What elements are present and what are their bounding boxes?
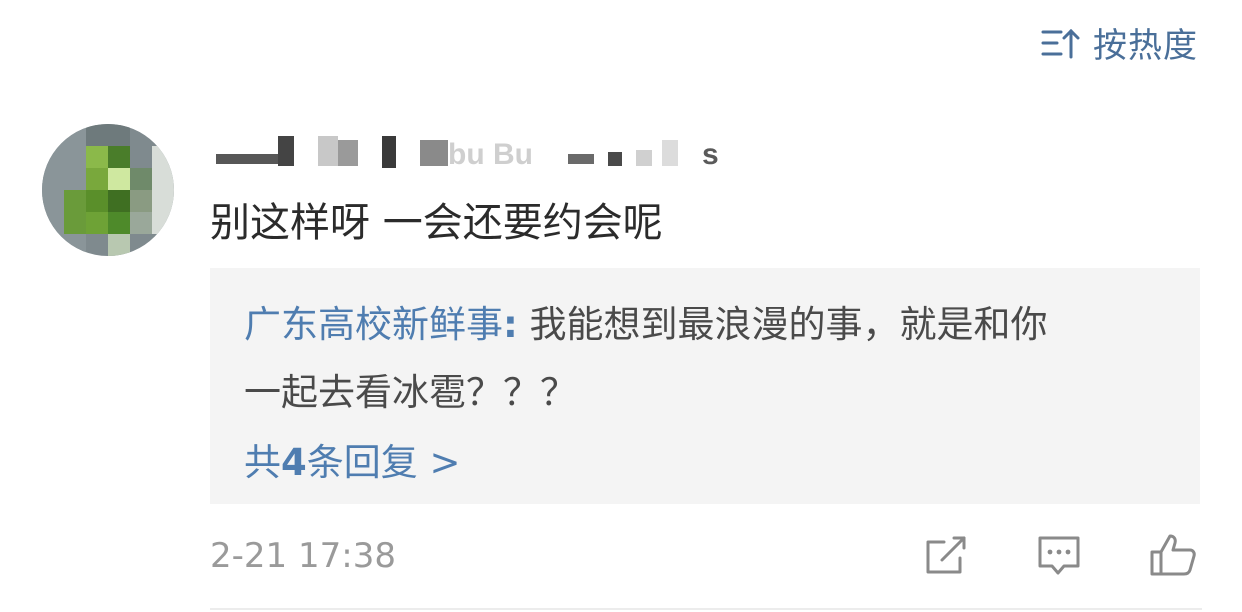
svg-text:bu Bu: bu Bu xyxy=(448,138,533,171)
reply-author-colon: : xyxy=(503,303,518,346)
share-icon xyxy=(926,536,966,574)
sort-icon xyxy=(1041,28,1080,58)
like-button[interactable] xyxy=(1148,530,1198,580)
more-replies-prefix: 共 xyxy=(244,441,281,484)
more-replies-count: 4 xyxy=(281,441,307,484)
thumbs-up-icon xyxy=(1150,534,1196,576)
reply-preview-box[interactable]: 广东高校新鲜事: 我能想到最浪漫的事，就是和你 一起去看冰雹？？？ 共4条回复 … xyxy=(210,268,1200,504)
avatar[interactable] xyxy=(42,124,174,256)
reply-text-part-1: 我能想到最浪漫的事，就是和你 xyxy=(517,303,1048,346)
view-all-replies-link[interactable]: 共4条回复 > xyxy=(244,432,461,486)
bottom-divider xyxy=(210,608,1202,610)
sort-by-hot-button[interactable]: 按热度 xyxy=(1041,18,1198,67)
comment-icon xyxy=(1038,536,1080,575)
more-replies-suffix: 条回复 > xyxy=(306,441,461,484)
svg-text:s: s xyxy=(702,138,719,171)
reply-line-2: 一起去看冰雹？？？ xyxy=(244,371,577,414)
reply-line-1: 广东高校新鲜事: 我能想到最浪漫的事，就是和你 xyxy=(244,294,1048,348)
comment-timestamp: 2-21 17:38 xyxy=(210,536,396,576)
comment-button[interactable] xyxy=(1034,530,1084,580)
comment-text: 别这样呀 一会还要约会呢 xyxy=(210,200,663,246)
forward-button[interactable] xyxy=(920,530,970,580)
username[interactable]: bu Bu s xyxy=(216,132,736,174)
sort-label: 按热度 xyxy=(1093,26,1198,66)
reply-author-link[interactable]: 广东高校新鲜事 xyxy=(244,303,503,346)
